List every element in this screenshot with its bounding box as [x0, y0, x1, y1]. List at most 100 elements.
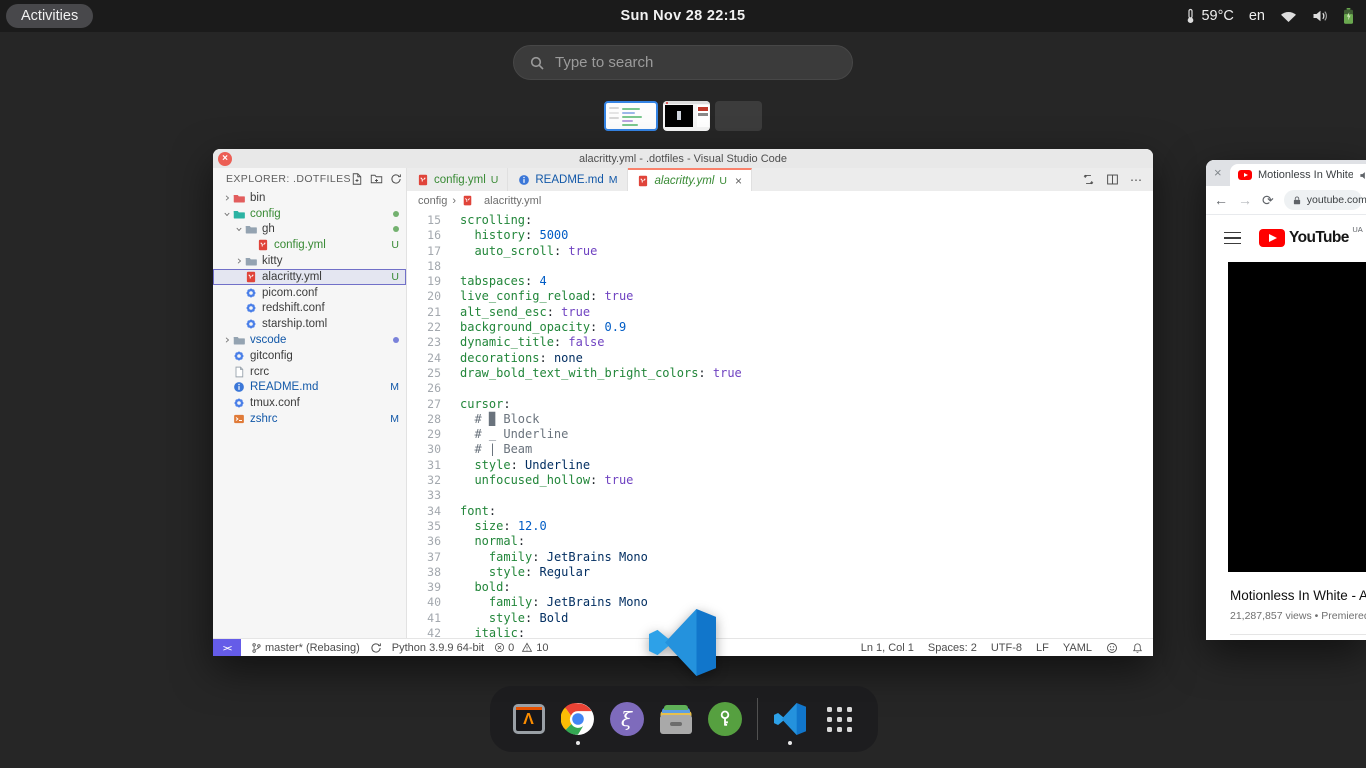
code-line[interactable]: 24decorations: none — [407, 351, 1153, 366]
workspace-thumbnail-active[interactable] — [604, 101, 658, 131]
git-branch-status[interactable]: master* (Rebasing) — [251, 642, 360, 654]
forward-button[interactable]: → — [1238, 192, 1252, 208]
cursor-position[interactable]: Ln 1, Col 1 — [861, 642, 914, 654]
line-number: 31 — [407, 458, 441, 473]
dock-item-vscode[interactable] — [766, 701, 815, 737]
reload-button[interactable]: ⟳ — [1262, 192, 1274, 209]
code-line[interactable]: 33 — [407, 488, 1153, 503]
code-line[interactable]: 40 family: JetBrains Mono — [407, 595, 1153, 610]
code-line[interactable]: 25draw_bold_text_with_bright_colors: tru… — [407, 366, 1153, 381]
eol-sequence[interactable]: LF — [1036, 642, 1049, 654]
new-file-icon[interactable] — [351, 173, 363, 185]
tree-item-tmux.conf[interactable]: tmux.conf — [213, 395, 406, 411]
refresh-icon[interactable] — [390, 173, 402, 185]
dock-item-files[interactable] — [651, 701, 700, 737]
code-line[interactable]: 29 # _ Underline — [407, 427, 1153, 442]
language-mode[interactable]: YAML — [1063, 642, 1092, 654]
feedback-button[interactable] — [1106, 642, 1118, 654]
editor-more-actions-icon[interactable]: ⋯ — [1130, 173, 1142, 187]
code-line[interactable]: 34font: — [407, 504, 1153, 519]
code-line[interactable]: 17 auto_scroll: true — [407, 244, 1153, 259]
python-interpreter[interactable]: Python 3.9.9 64-bit — [392, 642, 484, 654]
tree-item-zshrc[interactable]: zshrcM — [213, 411, 406, 427]
tree-item-README.md[interactable]: README.mdM — [213, 380, 406, 396]
notifications-button[interactable] — [1132, 642, 1143, 654]
code-line[interactable]: 28 # ▉ Block — [407, 412, 1153, 427]
tree-item-gitconfig[interactable]: gitconfig — [213, 348, 406, 364]
tab-close-icon[interactable]: × — [1214, 165, 1222, 180]
breadcrumb-file[interactable]: alacritty.yml — [484, 195, 541, 207]
tree-item-picom.conf[interactable]: picom.conf — [213, 285, 406, 301]
code-line[interactable]: 30 # | Beam — [407, 442, 1153, 457]
workspace-thumbnail-youtube[interactable] — [663, 101, 710, 131]
new-folder-icon[interactable] — [370, 173, 383, 185]
code-line[interactable]: 27cursor: — [407, 397, 1153, 412]
problems-status[interactable]: 0 10 — [494, 642, 548, 654]
split-editor-icon[interactable] — [1106, 173, 1119, 186]
code-line[interactable]: 20live_config_reload: true — [407, 289, 1153, 304]
temperature-indicator[interactable]: 59°C — [1184, 8, 1233, 24]
tree-item-config.yml[interactable]: config.ymlU — [213, 237, 406, 253]
tree-item-starship.toml[interactable]: starship.toml — [213, 316, 406, 332]
search-input[interactable]: Type to search — [513, 45, 853, 80]
tree-item-bin[interactable]: bin — [213, 190, 406, 206]
sync-button[interactable] — [370, 642, 382, 654]
code-line[interactable]: 18 — [407, 259, 1153, 274]
code-editor[interactable]: 15scrolling:16 history: 500017 auto_scro… — [407, 210, 1153, 638]
dock-item-alacritty[interactable]: Λ — [504, 701, 553, 737]
code-line[interactable]: 23dynamic_title: false — [407, 335, 1153, 350]
open-changes-icon[interactable] — [1082, 173, 1095, 186]
code-line[interactable]: 31 style: Underline — [407, 458, 1153, 473]
keyboard-layout[interactable]: en — [1249, 8, 1265, 24]
tab-audio-icon[interactable] — [1359, 170, 1366, 181]
menu-icon[interactable] — [1224, 232, 1241, 245]
youtube-logo[interactable]: YouTube UA — [1259, 229, 1349, 247]
breadcrumb-folder[interactable]: config — [418, 195, 447, 207]
tree-item-redshift.conf[interactable]: redshift.conf — [213, 301, 406, 317]
dock-item-keepassxc[interactable] — [700, 701, 749, 737]
tree-item-gh[interactable]: gh — [213, 222, 406, 238]
dock-item-emacs[interactable]: ξ — [602, 701, 651, 737]
code-line[interactable]: 41 style: Bold — [407, 611, 1153, 626]
code-line[interactable]: 22background_opacity: 0.9 — [407, 320, 1153, 335]
code-line[interactable]: 26 — [407, 381, 1153, 396]
code-line[interactable]: 36 normal: — [407, 534, 1153, 549]
code-line[interactable]: 38 style: Regular — [407, 565, 1153, 580]
indentation[interactable]: Spaces: 2 — [928, 642, 977, 654]
window-close-button[interactable]: × — [218, 152, 232, 166]
remote-indicator[interactable]: >< — [213, 639, 241, 656]
code-line[interactable]: 16 history: 5000 — [407, 228, 1153, 243]
tree-item-alacritty.yml[interactable]: alacritty.ymlU — [213, 269, 406, 285]
wifi-icon[interactable] — [1280, 9, 1297, 23]
dock-item-chrome[interactable] — [553, 701, 602, 737]
vscode-app-badge-icon[interactable] — [649, 609, 716, 676]
address-bar[interactable]: youtube.com/wa — [1284, 190, 1362, 210]
code-line[interactable]: 42 italic: — [407, 626, 1153, 638]
vscode-titlebar[interactable]: × alacritty.yml - .dotfiles - Visual Stu… — [213, 149, 1153, 168]
code-line[interactable]: 15scrolling: — [407, 213, 1153, 228]
code-line[interactable]: 39 bold: — [407, 580, 1153, 595]
tab-close-icon[interactable]: × — [735, 174, 742, 188]
editor-tab-README.md[interactable]: README.mdM — [508, 168, 627, 191]
tree-item-vscode[interactable]: vscode — [213, 332, 406, 348]
tree-item-rcrc[interactable]: rcrc — [213, 364, 406, 380]
back-button[interactable]: ← — [1214, 192, 1228, 208]
clock[interactable]: Sun Nov 28 22:15 — [0, 8, 1366, 24]
tree-item-config[interactable]: config — [213, 206, 406, 222]
code-line[interactable]: 35 size: 12.0 — [407, 519, 1153, 534]
volume-icon[interactable] — [1312, 9, 1328, 23]
workspace-thumbnail-empty[interactable] — [715, 101, 762, 131]
encoding[interactable]: UTF-8 — [991, 642, 1022, 654]
tree-item-kitty[interactable]: kitty — [213, 253, 406, 269]
breadcrumb[interactable]: config › alacritty.yml — [407, 191, 1153, 210]
battery-charging-icon[interactable] — [1343, 8, 1354, 24]
editor-tab-alacritty.yml[interactable]: alacritty.ymlU× — [628, 168, 752, 191]
chrome-active-tab[interactable]: Motionless In White - / — [1230, 164, 1366, 186]
code-line[interactable]: 32 unfocused_hollow: true — [407, 473, 1153, 488]
code-line[interactable]: 37 family: JetBrains Mono — [407, 550, 1153, 565]
dock-item-app-grid[interactable] — [815, 701, 864, 737]
editor-tab-config.yml[interactable]: config.ymlU — [407, 168, 508, 191]
video-player[interactable] — [1228, 262, 1366, 572]
code-line[interactable]: 19tabspaces: 4 — [407, 274, 1153, 289]
code-line[interactable]: 21alt_send_esc: true — [407, 305, 1153, 320]
